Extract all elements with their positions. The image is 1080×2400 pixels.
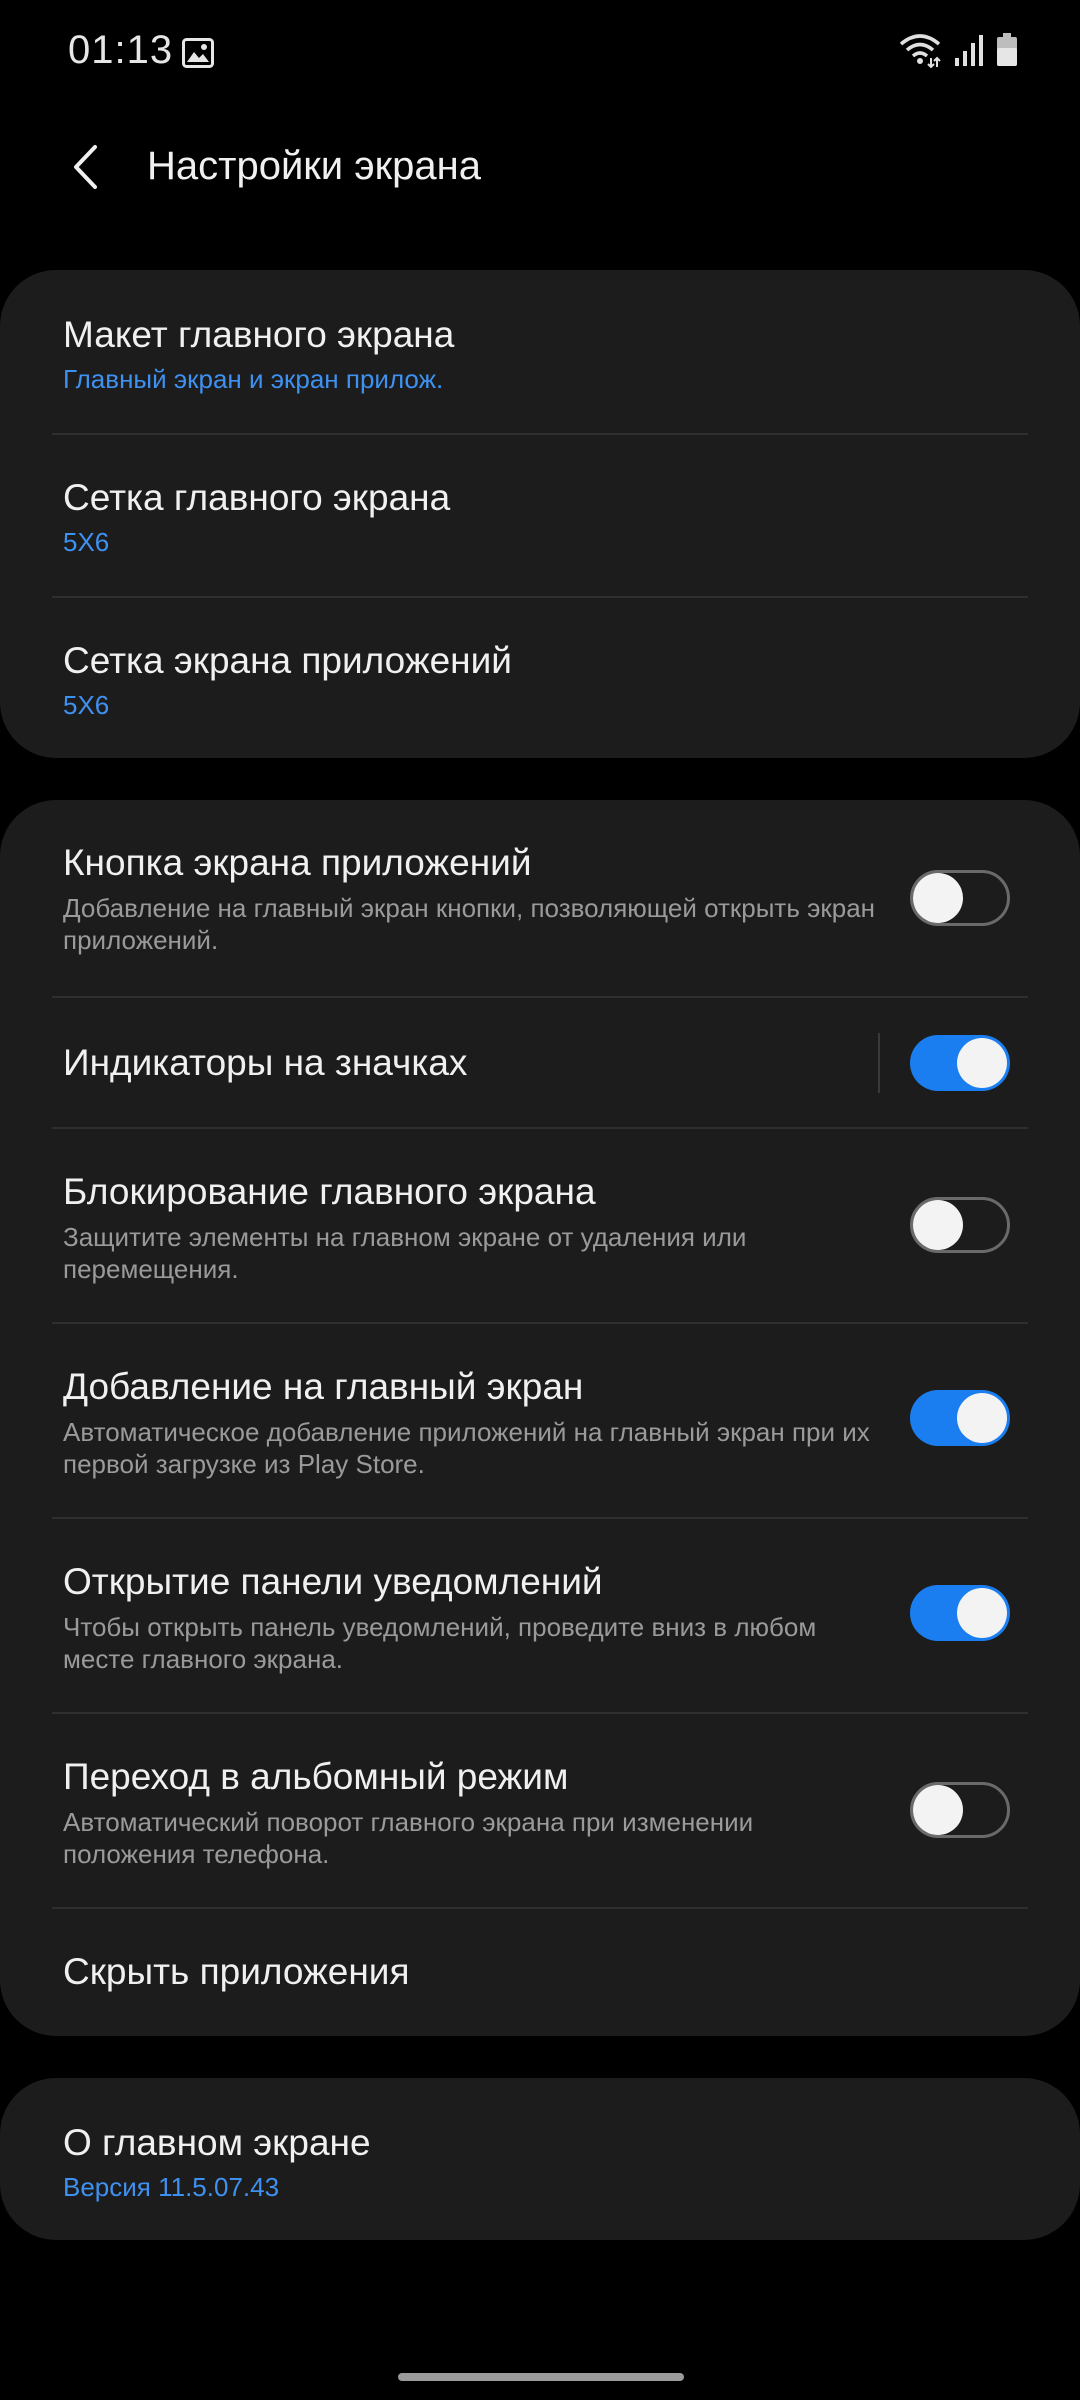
battery-icon xyxy=(996,33,1018,72)
back-button[interactable] xyxy=(50,134,120,204)
about-home-item[interactable]: О главном экране Версия 11.5.07.43 xyxy=(0,2078,1080,2240)
app-header: Настройки экрана xyxy=(0,120,1080,220)
item-title: Индикаторы на значках xyxy=(63,1042,468,1083)
item-title: Скрыть приложения xyxy=(63,1951,410,1992)
item-description: Защитите элементы на главном экране от у… xyxy=(63,1222,747,1284)
page-title: Настройки экрана xyxy=(147,144,481,188)
home-indicator[interactable] xyxy=(398,2373,684,2381)
vertical-separator xyxy=(878,1033,880,1093)
toggle-knob xyxy=(957,1588,1007,1638)
toggle-knob xyxy=(913,873,963,923)
item-title: Добавление на главный экран xyxy=(63,1366,584,1407)
wifi-icon xyxy=(898,32,942,73)
apps-button-toggle[interactable] xyxy=(910,870,1010,926)
toggle-knob xyxy=(913,1785,963,1835)
item-value: 5X6 xyxy=(63,690,110,720)
notification-panel-toggle[interactable] xyxy=(910,1585,1010,1641)
toggle-knob xyxy=(913,1200,963,1250)
item-value: 5X6 xyxy=(63,527,110,557)
hide-apps-item[interactable]: Скрыть приложения xyxy=(0,1909,1080,2036)
add-to-home-toggle[interactable] xyxy=(910,1390,1010,1446)
item-title: Переход в альбомный режим xyxy=(63,1756,569,1797)
item-title: Кнопка экрана приложений xyxy=(63,842,532,883)
item-description: Автоматический поворот главного экрана п… xyxy=(63,1807,754,1869)
item-description: Чтобы открыть панель уведомлений, провед… xyxy=(63,1612,817,1674)
chevron-left-icon xyxy=(70,144,100,195)
item-title: О главном экране xyxy=(63,2122,371,2163)
notification-panel-item[interactable]: Открытие панели уведомлений Чтобы открыт… xyxy=(0,1519,1080,1713)
apps-screen-grid-item[interactable]: Сетка экрана приложений 5X6 xyxy=(0,598,1080,758)
badges-toggle[interactable] xyxy=(910,1035,1010,1091)
layout-settings-card: Макет главного экрана Главный экран и эк… xyxy=(0,270,1080,758)
add-to-home-item[interactable]: Добавление на главный экран Автоматическ… xyxy=(0,1324,1080,1518)
item-title: Сетка экрана приложений xyxy=(63,640,512,681)
item-description: Добавление на главный экран кнопки, позв… xyxy=(63,893,876,955)
landscape-mode-item[interactable]: Переход в альбомный режим Автоматический… xyxy=(0,1714,1080,1908)
item-description: Автоматическое добавление приложений на … xyxy=(63,1417,870,1479)
item-value: Главный экран и экран прилож. xyxy=(63,364,444,394)
about-card: О главном экране Версия 11.5.07.43 xyxy=(0,2078,1080,2240)
item-title: Сетка главного экрана xyxy=(63,477,451,518)
status-time: 01:13 xyxy=(68,28,174,72)
home-screen-layout-item[interactable]: Макет главного экрана Главный экран и эк… xyxy=(0,270,1080,434)
apps-button-item[interactable]: Кнопка экрана приложений Добавление на г… xyxy=(0,800,1080,996)
item-title: Открытие панели уведомлений xyxy=(63,1561,603,1602)
version-text: Версия 11.5.07.43 xyxy=(63,2172,280,2202)
toggle-knob xyxy=(957,1393,1007,1443)
item-title: Макет главного экрана xyxy=(63,314,455,355)
gallery-icon xyxy=(182,38,214,73)
signal-icon xyxy=(954,34,984,71)
item-title: Блокирование главного экрана xyxy=(63,1171,596,1212)
badges-item[interactable]: Индикаторы на значках xyxy=(0,998,1080,1128)
toggle-knob xyxy=(957,1038,1007,1088)
lock-layout-toggle[interactable] xyxy=(910,1197,1010,1253)
home-screen-grid-item[interactable]: Сетка главного экрана 5X6 xyxy=(0,435,1080,597)
lock-layout-item[interactable]: Блокирование главного экрана Защитите эл… xyxy=(0,1129,1080,1323)
status-bar: 01:13 xyxy=(0,0,1080,110)
landscape-mode-toggle[interactable] xyxy=(910,1782,1010,1838)
home-options-card: Кнопка экрана приложений Добавление на г… xyxy=(0,800,1080,2036)
